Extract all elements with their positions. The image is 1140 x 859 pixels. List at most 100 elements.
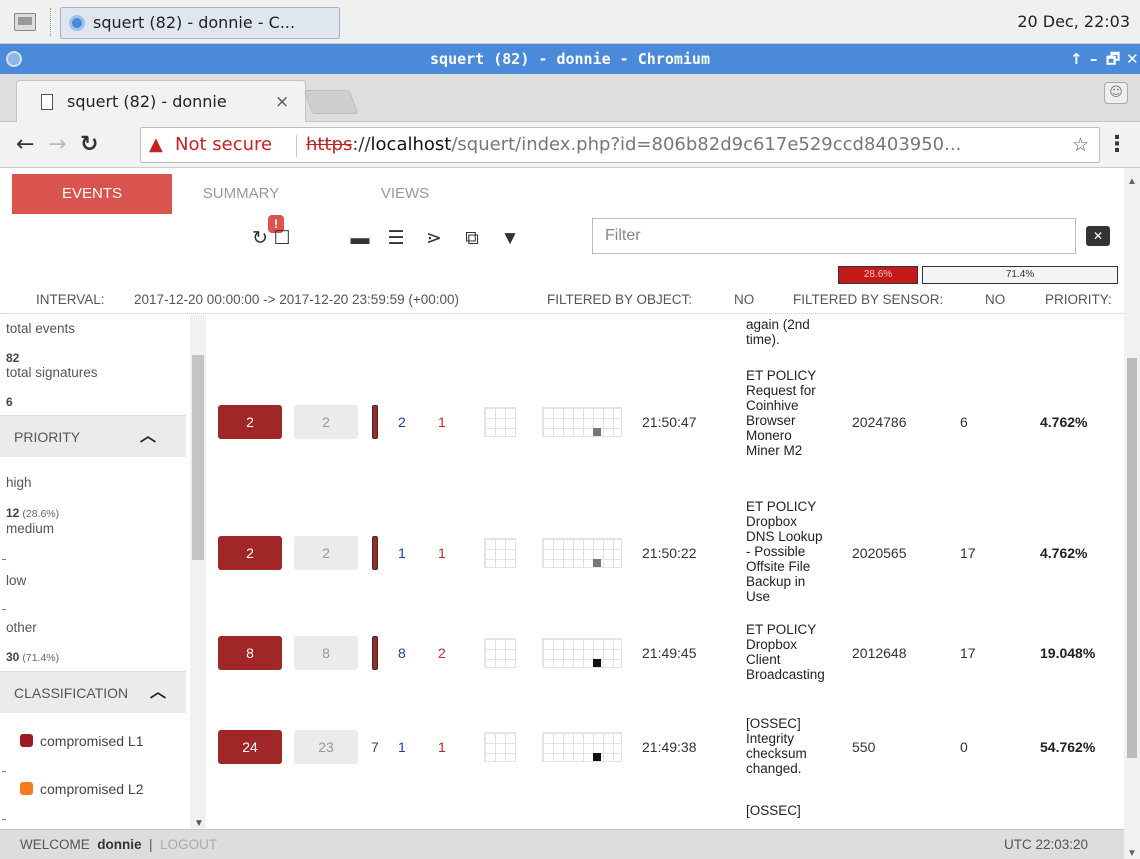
signature-line: Monero — [746, 428, 792, 443]
priority-low-label[interactable]: low — [6, 573, 26, 588]
window-close-button[interactable]: ✕ — [1126, 44, 1139, 74]
classification-compromised-l2[interactable]: compromised L2 — [20, 781, 144, 797]
window-maximize-button[interactable]: 🗗 — [1106, 44, 1120, 74]
tab-close-icon[interactable]: × — [275, 81, 289, 123]
classification-label: compromised L1 — [40, 733, 144, 749]
event-count-secondary[interactable]: 8 — [294, 636, 358, 670]
event-count-secondary[interactable]: 23 — [294, 730, 358, 764]
select-all-icon[interactable]: ☐ — [270, 224, 294, 254]
address-bar[interactable]: ▲ Not secure https://localhost/squert/in… — [140, 127, 1100, 163]
classification-compromised-l1[interactable]: compromised L1 — [20, 733, 144, 749]
window-raise-button[interactable]: ↑ — [1070, 44, 1083, 74]
priority-other-count-value: 30 — [6, 650, 20, 664]
list-icon[interactable]: ☰ — [384, 224, 408, 254]
logout-link[interactable]: LOGOUT — [160, 837, 217, 852]
source-count[interactable]: 8 — [398, 636, 406, 670]
welcome-label: WELCOME — [20, 837, 90, 852]
taskbar-task-label: squert (82) - donnie - C... — [93, 13, 296, 32]
external-link-icon[interactable]: ⧉ — [460, 224, 484, 254]
source-count[interactable]: 2 — [398, 405, 406, 439]
event-count-button[interactable]: 2 — [218, 536, 282, 570]
signature-id[interactable]: 2020565 — [852, 536, 907, 570]
activity-mark — [593, 659, 601, 667]
event-signature[interactable]: [OSSEC] Integrity checksum changed. — [746, 716, 842, 776]
signature-line: Backup in — [746, 574, 806, 589]
event-count-secondary[interactable]: 2 — [294, 405, 358, 439]
tree-icon[interactable]: ⋗ — [422, 224, 446, 254]
tab-events[interactable]: EVENTS — [12, 174, 172, 214]
divider — [2, 771, 6, 772]
comment-icon[interactable]: ▬ — [348, 224, 372, 254]
classification-section-header[interactable]: CLASSIFICATION ︿ — [0, 671, 186, 713]
tab-views[interactable]: VIEWS — [350, 174, 460, 214]
activity-grid-small — [484, 407, 516, 437]
destination-count[interactable]: 1 — [438, 405, 446, 439]
signature-line: Coinhive — [746, 398, 799, 413]
event-signature-partial: [OSSEC] — [746, 803, 801, 818]
sidebar-scrollbar[interactable]: ▼ — [190, 315, 206, 829]
bookmark-star-icon[interactable]: ☆ — [1072, 128, 1089, 162]
status-row: INTERVAL: 2017-12-20 00:00:00 -> 2017-12… — [0, 286, 1124, 314]
utc-clock: UTC 22:03:20 — [1003, 837, 1088, 852]
taskbar-task-chromium[interactable]: squert (82) - donnie - C... — [60, 7, 340, 39]
priority-high-label[interactable]: high — [6, 475, 32, 490]
signature-id[interactable]: 550 — [852, 730, 875, 764]
event-time: 21:50:47 — [642, 414, 697, 430]
signature-id[interactable]: 2012648 — [852, 636, 907, 670]
destination-count[interactable]: 2 — [438, 636, 446, 670]
reload-icon[interactable]: ↻ — [80, 122, 98, 168]
source-count[interactable]: 1 — [398, 536, 406, 570]
filter-icon[interactable]: ▼ — [498, 224, 522, 254]
event-count-button[interactable]: 24 — [218, 730, 282, 764]
forward-icon[interactable]: → — [48, 122, 66, 168]
activity-grid-small — [484, 638, 516, 668]
sidebar-scroll-thumb[interactable] — [192, 355, 204, 560]
filtered-sensor-value: NO — [985, 292, 1006, 307]
activity-grid-small — [484, 538, 516, 568]
window-minimize-button[interactable]: – — [1090, 44, 1098, 74]
total-signatures-label: total signatures — [6, 365, 98, 380]
event-count-button[interactable]: 2 — [218, 405, 282, 439]
event-signature[interactable]: ET POLICY Dropbox DNS Lookup - Possible … — [746, 499, 842, 604]
destination-count[interactable]: 1 — [438, 730, 446, 764]
signature-line: [OSSEC] — [746, 716, 801, 731]
profile-icon[interactable]: ☺ — [1104, 82, 1128, 104]
security-status[interactable]: Not secure — [175, 128, 272, 162]
back-icon[interactable]: ← — [16, 122, 34, 168]
destination-count[interactable]: 1 — [438, 536, 446, 570]
new-tab-button[interactable] — [303, 90, 359, 114]
event-signature[interactable]: ET POLICY Dropbox Client Broadcasting — [746, 622, 842, 682]
activity-mark — [593, 559, 601, 567]
event-signature[interactable]: ET POLICY Request for Coinhive Browser M… — [746, 368, 842, 458]
url-text[interactable]: https://localhost/squert/index.php?id=80… — [306, 128, 961, 162]
chevron-up-icon[interactable]: ︿ — [150, 672, 166, 714]
priority-high-pct: (28.6%) — [22, 508, 60, 520]
refresh-icon[interactable]: ↻! — [248, 215, 284, 254]
scroll-up-icon[interactable]: ▲ — [1127, 176, 1137, 187]
page-scroll-thumb[interactable] — [1127, 358, 1137, 758]
event-count-button[interactable]: 8 — [218, 636, 282, 670]
tab-summary[interactable]: SUMMARY — [176, 174, 306, 214]
signature-revision: 0 — [960, 739, 968, 755]
priority-other-label[interactable]: other — [6, 620, 37, 635]
show-desktop-icon[interactable] — [14, 13, 36, 31]
signature-id[interactable]: 2024786 — [852, 405, 907, 439]
clear-filter-icon[interactable]: ✕ — [1086, 226, 1110, 246]
address-separator — [296, 135, 297, 157]
browser-tab[interactable]: squert (82) - donnie × — [16, 80, 306, 122]
chevron-up-icon[interactable]: ︿ — [140, 416, 156, 458]
signature-line: Use — [746, 589, 771, 604]
browser-menu-icon[interactable]: ⋮ — [1106, 122, 1128, 168]
priority-medium-label[interactable]: medium — [6, 521, 54, 536]
page-scrollbar[interactable]: ▲ ▼ — [1124, 168, 1140, 859]
filter-input[interactable]: Filter — [592, 218, 1076, 254]
event-count-secondary[interactable]: 2 — [294, 536, 358, 570]
taskbar-separator — [50, 8, 52, 36]
interval-value[interactable]: 2017-12-20 00:00:00 -> 2017-12-20 23:59:… — [134, 286, 459, 314]
scroll-down-icon[interactable]: ▼ — [194, 818, 204, 829]
source-count[interactable]: 1 — [398, 730, 406, 764]
priority-section-header[interactable]: PRIORITY ︿ — [0, 415, 186, 457]
footer-separator: | — [149, 837, 153, 852]
squert-app: EVENTS SUMMARY VIEWS ↻! ☐ ▬ ☰ ⋗ ⧉ ▼ Filt… — [0, 168, 1140, 859]
scroll-down-icon[interactable]: ▼ — [1127, 848, 1137, 859]
